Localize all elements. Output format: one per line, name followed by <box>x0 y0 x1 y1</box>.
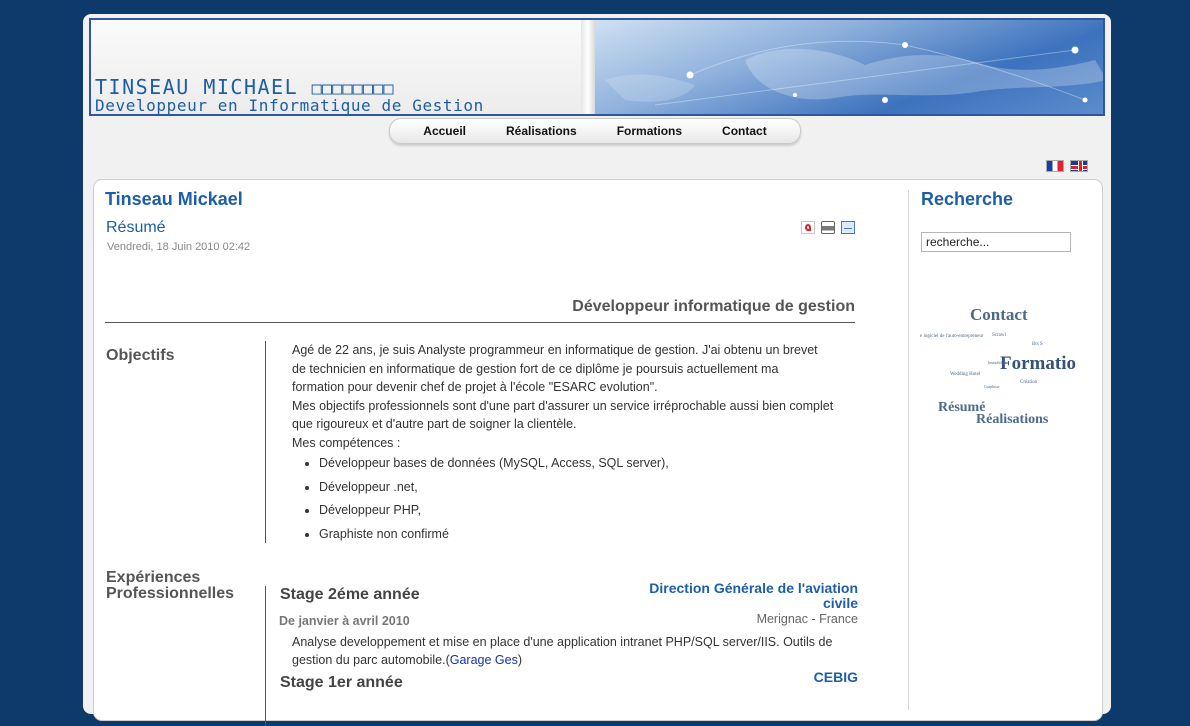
objectives-label: Objectifs <box>106 347 175 364</box>
job-description-line1: Analyse developpement et mise en place d… <box>292 635 833 649</box>
job-title: Stage 1er année <box>280 674 403 691</box>
job-company: Direction Générale de l'aviation civile <box>649 581 858 611</box>
tag-link[interactable]: Contact <box>970 305 1028 325</box>
tag-link[interactable]: e logiciel de l'auto-entrepreneur <box>920 334 984 339</box>
job-company: CEBIG <box>813 669 858 685</box>
nav-formations[interactable]: Formations <box>597 124 702 138</box>
job-title: Stage 2éme année <box>280 586 420 603</box>
banner-separator <box>581 20 595 114</box>
pdf-icon[interactable] <box>801 221 815 234</box>
tag-link[interactable]: Formatio <box>1000 353 1076 375</box>
objectives-line: Mes compétences : <box>292 435 401 450</box>
skills-list: Développeur bases de données (MySQL, Acc… <box>266 452 858 546</box>
world-map-icon <box>605 40 1103 106</box>
tag-link[interactable]: Scrawl <box>992 333 1006 338</box>
objectives-line: Agé de 22 ans, je suis Analyste programm… <box>292 343 818 357</box>
skill-item: Graphiste non confirmé <box>319 523 858 547</box>
objectives-line: de technicien en informatique de gestion… <box>292 361 779 376</box>
article-title[interactable]: Résumé <box>106 219 166 237</box>
tag-link[interactable]: Immobilier <box>988 360 1006 365</box>
article-date: Vendredi, 18 Juin 2010 02:42 <box>107 241 251 253</box>
tag-link[interactable]: Graphiste <box>984 384 1000 389</box>
job-period: De janvier à avril 2010 <box>279 614 410 628</box>
site-subtitle: Developpeur en Informatique de Gestion <box>95 96 484 115</box>
english-flag-icon[interactable] <box>1070 160 1088 172</box>
print-icon[interactable] <box>821 221 835 234</box>
tag-link[interactable]: Wedding Hotel <box>950 372 980 377</box>
objectives-line: formation pour devenir chef de projet à … <box>292 380 658 394</box>
objectives-body: Agé de 22 ans, je suis Analyste programm… <box>265 341 858 543</box>
language-switcher <box>1046 160 1088 172</box>
article-author: Tinseau Mickael <box>105 189 243 209</box>
skill-item: Développeur .net, <box>319 476 858 500</box>
nav-contact[interactable]: Contact <box>702 124 787 138</box>
email-icon[interactable] <box>841 221 855 234</box>
job-company-line2: civile <box>822 595 858 611</box>
job-place: Merignac - France <box>756 612 858 626</box>
job-description-end: ) <box>517 653 522 667</box>
objectives-line: que rigoureux et d'autre part de soigner… <box>292 417 577 431</box>
main-navigation: Accueil Réalisations Formations Contact <box>389 118 801 144</box>
header-banner: TINSEAU MICHAEL □□□□□□□□ Developpeur en … <box>89 18 1105 116</box>
search-title: Recherche <box>921 189 1014 209</box>
experience-body: Stage 2éme année Direction Générale de l… <box>265 581 858 726</box>
tag-link[interactable]: Création <box>1020 380 1037 385</box>
experience-label-line1: Expériences <box>106 569 201 586</box>
garage-ges-link[interactable]: Garage Ges <box>450 653 518 667</box>
content-area: Tinseau Mickael Résumé Vendredi, 18 Juin… <box>93 179 1103 726</box>
job-description: Analyse developpement et mise en place d… <box>292 633 858 669</box>
objectives-line: Mes objectifs professionnels sont d'une … <box>292 398 834 413</box>
skill-item: Développeur PHP, <box>319 499 858 523</box>
experience-label-line2: Professionnelles <box>106 585 235 602</box>
experience-label: Expériences Professionnelles <box>106 570 234 602</box>
nav-accueil[interactable]: Accueil <box>403 124 486 138</box>
search-input[interactable] <box>921 232 1071 252</box>
tag-link[interactable]: Bts S <box>1032 342 1043 347</box>
tag-cloud: Contact Formatio Résumé Réalisations e l… <box>920 290 1082 440</box>
resume-subheading: Développeur informatique de gestion <box>105 298 855 323</box>
tag-link[interactable]: Réalisations <box>976 412 1048 428</box>
job-company-line1: Direction Générale de l'aviation <box>649 580 858 596</box>
skill-item: Développeur bases de données (MySQL, Acc… <box>319 452 858 476</box>
nav-realisations[interactable]: Réalisations <box>486 124 597 138</box>
article-tools <box>801 221 855 234</box>
sidebar-divider <box>908 190 909 710</box>
job-description-line2: gestion du parc automobile.( <box>292 653 450 667</box>
page-frame: TINSEAU MICHAEL □□□□□□□□ Developpeur en … <box>83 14 1111 726</box>
world-map-image <box>595 20 1103 114</box>
french-flag-icon[interactable] <box>1046 160 1064 172</box>
